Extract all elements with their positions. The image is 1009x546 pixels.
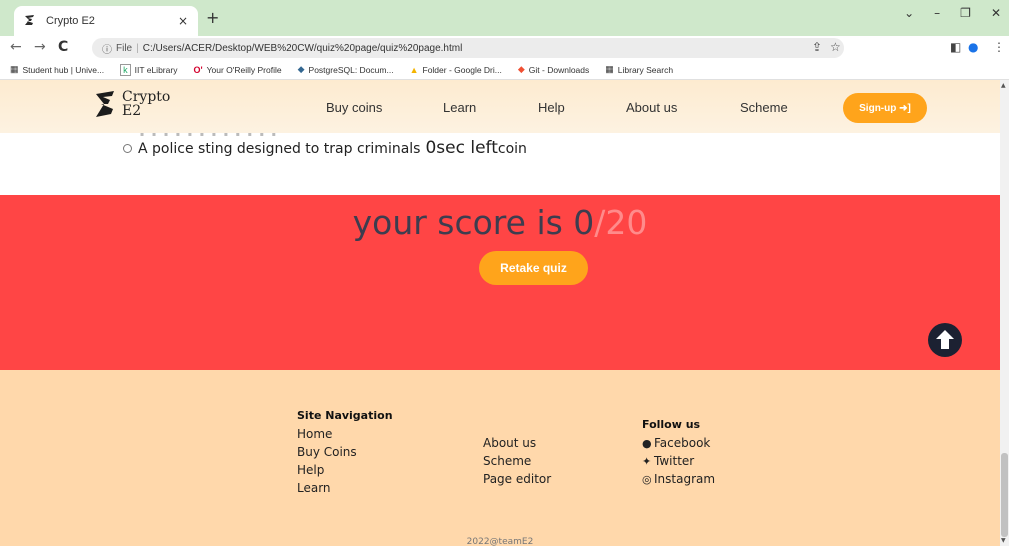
- footer-link-learn[interactable]: Learn: [297, 481, 331, 495]
- tab-search-icon[interactable]: ⌄: [904, 6, 914, 20]
- site-info-icon[interactable]: ⓘ: [102, 41, 112, 56]
- footer-link-help[interactable]: Help: [297, 463, 324, 477]
- bookmark-label: Library Search: [617, 64, 674, 75]
- bookmark-label: PostgreSQL: Docum...: [308, 64, 394, 75]
- bookmark-oreilly-icon: O': [193, 64, 203, 75]
- nav-buy-coins[interactable]: Buy coins: [326, 100, 382, 115]
- back-icon[interactable]: ←: [10, 39, 22, 55]
- site-header: Crypto E2 Buy coins Learn Help About us …: [0, 80, 1000, 133]
- scrollbar-thumb[interactable]: [1001, 453, 1008, 537]
- page-scrollbar[interactable]: ▲ ▼: [1000, 80, 1009, 546]
- bookmark-postgres-icon: ◆: [297, 64, 305, 74]
- bookmark-label: IIT eLibrary: [134, 64, 178, 75]
- new-tab-button[interactable]: +: [206, 8, 219, 27]
- score-prefix: your score is 0: [352, 203, 595, 242]
- crypto-favicon-icon: [24, 14, 40, 29]
- footer-link-buy-coins[interactable]: Buy Coins: [297, 445, 357, 459]
- score-total: /20: [594, 203, 648, 242]
- nav-about-us[interactable]: About us: [626, 100, 677, 115]
- nav-learn[interactable]: Learn: [443, 100, 476, 115]
- bookmark-grid-icon: ▦: [605, 64, 614, 74]
- coin-text: coin: [497, 141, 527, 157]
- url-scheme: File: [116, 42, 133, 54]
- tab-close-icon[interactable]: ×: [178, 14, 188, 28]
- twitter-label: Twitter: [654, 454, 695, 468]
- nav-help[interactable]: Help: [538, 100, 565, 115]
- scroll-down-arrow-icon[interactable]: ▼: [1001, 537, 1006, 544]
- facebook-icon: ●: [642, 437, 652, 450]
- bookmarks-bar: ▦ Student hub | Unive... k IIT eLibrary O'…: [0, 60, 1009, 80]
- footer-link-scheme[interactable]: Scheme: [483, 454, 531, 468]
- bookmark-label: Git - Downloads: [528, 64, 590, 75]
- bookmark-item[interactable]: ▦ Student hub | Unive...: [10, 64, 104, 75]
- browser-tab[interactable]: Crypto E2 ×: [14, 6, 198, 36]
- facebook-label: Facebook: [654, 436, 711, 450]
- bookmark-label: Your O'Reilly Profile: [206, 64, 282, 75]
- bookmark-git-icon: ◆: [517, 64, 525, 74]
- scroll-to-top-button[interactable]: [928, 323, 962, 357]
- follow-us-heading: Follow us: [642, 418, 701, 431]
- copyright-text: 2022@teamE2: [466, 537, 534, 546]
- restore-icon[interactable]: ❐: [960, 6, 971, 20]
- quiz-area: ▪ ▪ ▪ ▪ ▪ ▪ ▪ ▪ ▪ ▪ ▪ ▪ A police sting d…: [0, 131, 1000, 195]
- sign-up-button[interactable]: Sign-up ➜]: [843, 93, 927, 123]
- window-controls: ⌄ – ❐ ✕: [904, 6, 1001, 20]
- bookmark-label: Folder - Google Dri...: [422, 64, 502, 75]
- instagram-icon: ◎: [642, 473, 652, 486]
- bookmark-item[interactable]: ◆ Git - Downloads: [518, 64, 589, 75]
- bookmark-drive-icon: ▲: [409, 64, 419, 75]
- bookmark-item[interactable]: ▦ Library Search: [605, 64, 673, 75]
- close-window-icon[interactable]: ✕: [991, 6, 1001, 20]
- footer-link-home[interactable]: Home: [297, 427, 332, 441]
- bookmark-item[interactable]: ▲ Folder - Google Dri...: [410, 65, 502, 75]
- crypto-logo-icon: [96, 91, 114, 117]
- bookmark-label: Student hub | Unive...: [22, 64, 105, 75]
- browser-tab-bar: Crypto E2 × + ⌄ – ❐ ✕: [0, 0, 1009, 36]
- logo-line-1: Crypto: [122, 89, 171, 105]
- reload-icon[interactable]: C: [58, 39, 68, 55]
- bookmark-k-icon: k: [120, 63, 131, 76]
- scroll-up-arrow-icon[interactable]: ▲: [1001, 82, 1006, 89]
- quiz-option[interactable]: A police sting designed to trap criminal…: [123, 138, 527, 158]
- score-section: your score is 0/20 Retake quiz: [0, 195, 1000, 370]
- url-separator: |: [136, 42, 139, 54]
- site-footer: Site Navigation Home Buy Coins Help Lear…: [0, 370, 1000, 546]
- browser-toolbar: ← → C ⓘ File | C:/Users/ACER/Desktop/WEB…: [0, 36, 1009, 60]
- footer-link-page-editor[interactable]: Page editor: [483, 472, 551, 486]
- site-logo[interactable]: Crypto E2: [94, 90, 170, 118]
- profile-icon[interactable]: ●: [968, 40, 978, 54]
- logo-text: Crypto E2: [122, 90, 170, 118]
- option-radio[interactable]: [123, 144, 132, 153]
- footer-link-facebook[interactable]: ● Facebook: [642, 436, 710, 450]
- footer-link-instagram[interactable]: ◎ Instagram: [642, 472, 715, 486]
- twitter-icon: ✦: [642, 455, 652, 468]
- forward-icon[interactable]: →: [34, 39, 46, 55]
- instagram-label: Instagram: [654, 472, 716, 486]
- share-icon[interactable]: ⇪: [812, 40, 822, 54]
- arrow-up-icon: [936, 330, 954, 349]
- timer-text: 0sec left: [425, 138, 498, 158]
- site-navigation-heading: Site Navigation: [297, 409, 393, 422]
- address-bar[interactable]: ⓘ File | C:/Users/ACER/Desktop/WEB%20CW/…: [92, 38, 844, 58]
- bookmark-item[interactable]: ◆ PostgreSQL: Docum...: [298, 64, 394, 75]
- bookmark-grid-icon: ▦: [10, 64, 19, 74]
- footer-link-twitter[interactable]: ✦ Twitter: [642, 454, 694, 468]
- url-text[interactable]: C:/Users/ACER/Desktop/WEB%20CW/quiz%20pa…: [143, 43, 463, 54]
- logo-line-2: E2: [122, 103, 142, 119]
- page-viewport: Crypto E2 Buy coins Learn Help About us …: [0, 80, 1000, 546]
- nav-scheme[interactable]: Scheme: [740, 100, 788, 115]
- menu-icon[interactable]: ⋮: [993, 40, 1005, 54]
- tab-title: Crypto E2: [46, 15, 95, 27]
- bookmark-item[interactable]: k IIT eLibrary: [120, 63, 178, 76]
- retake-quiz-button[interactable]: Retake quiz: [479, 251, 588, 285]
- score-text: your score is 0/20: [0, 203, 1000, 242]
- side-panel-icon[interactable]: ◧: [950, 40, 961, 54]
- footer-link-about-us[interactable]: About us: [483, 436, 536, 450]
- bookmark-star-icon[interactable]: ☆: [830, 40, 841, 54]
- bookmark-item[interactable]: O' Your O'Reilly Profile: [193, 65, 281, 75]
- option-text: A police sting designed to trap criminal…: [138, 141, 421, 157]
- minimize-icon[interactable]: –: [934, 6, 940, 20]
